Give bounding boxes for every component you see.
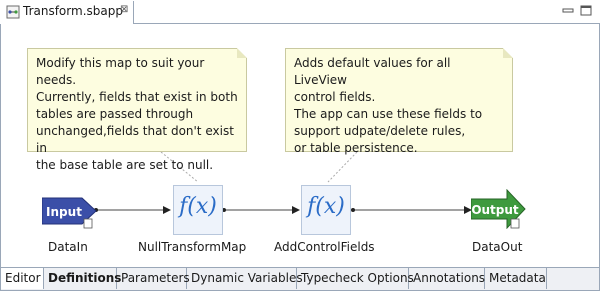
output-shape-text: Output: [471, 203, 519, 217]
editor-tab-title: Transform.sbapp: [23, 4, 123, 18]
arrowhead-map1: [163, 206, 171, 214]
note-control-fields[interactable]: Adds default values for all LiveView con…: [285, 48, 513, 155]
note-text: Modify this map to suit your needs. Curr…: [36, 56, 238, 172]
minimize-icon[interactable]: [562, 5, 575, 16]
arrowhead-map2: [292, 206, 300, 214]
input-stream-node[interactable]: Input: [42, 195, 98, 229]
bottom-tab-bar: Editor Definitions Parameters Dynamic Va…: [1, 267, 599, 290]
node-label-datain: DataIn: [48, 240, 88, 254]
close-tab-icon[interactable]: ⊠: [120, 4, 128, 15]
node-label-addcontrolfields: AddControlFields: [274, 240, 375, 254]
tab-typecheck-options[interactable]: Typecheck Options: [297, 268, 414, 289]
note-fold-corner: [237, 48, 247, 58]
tab-annotations[interactable]: Annotations: [409, 268, 485, 289]
node-label-nulltransformmap: NullTransformMap: [138, 240, 247, 254]
note-text: Adds default values for all LiveView con…: [294, 56, 483, 155]
tab-metadata[interactable]: Metadata: [485, 268, 547, 289]
function-icon: f(x): [307, 194, 345, 219]
schema-icon: [510, 218, 520, 229]
application-canvas[interactable]: Modify this map to suit your needs. Curr…: [1, 24, 599, 267]
port-map2-out: [351, 208, 355, 212]
tab-editor[interactable]: Editor: [1, 268, 44, 289]
output-stream-node[interactable]: Output: [471, 189, 527, 229]
note-fold-corner: [503, 48, 513, 58]
node-label-dataout: DataOut: [472, 240, 523, 254]
tab-dynamic-variables[interactable]: Dynamic Variables: [187, 268, 303, 289]
tab-definitions[interactable]: Definitions: [44, 268, 121, 289]
editor-tab-bar: Transform.sbapp ⊠: [0, 0, 600, 24]
input-shape-text: Input: [46, 205, 82, 219]
maximize-icon[interactable]: [580, 5, 593, 16]
note-transform-map[interactable]: Modify this map to suit your needs. Curr…: [27, 48, 247, 172]
map-operator-add-control-fields[interactable]: f(x): [301, 185, 351, 235]
map-operator-null-transform[interactable]: f(x): [173, 185, 223, 235]
function-icon: f(x): [179, 194, 217, 219]
sbapp-file-icon: [6, 5, 20, 19]
editor-tab-transform[interactable]: Transform.sbapp ⊠: [1, 1, 134, 24]
schema-icon: [83, 218, 93, 229]
tab-parameters[interactable]: Parameters: [117, 268, 190, 289]
